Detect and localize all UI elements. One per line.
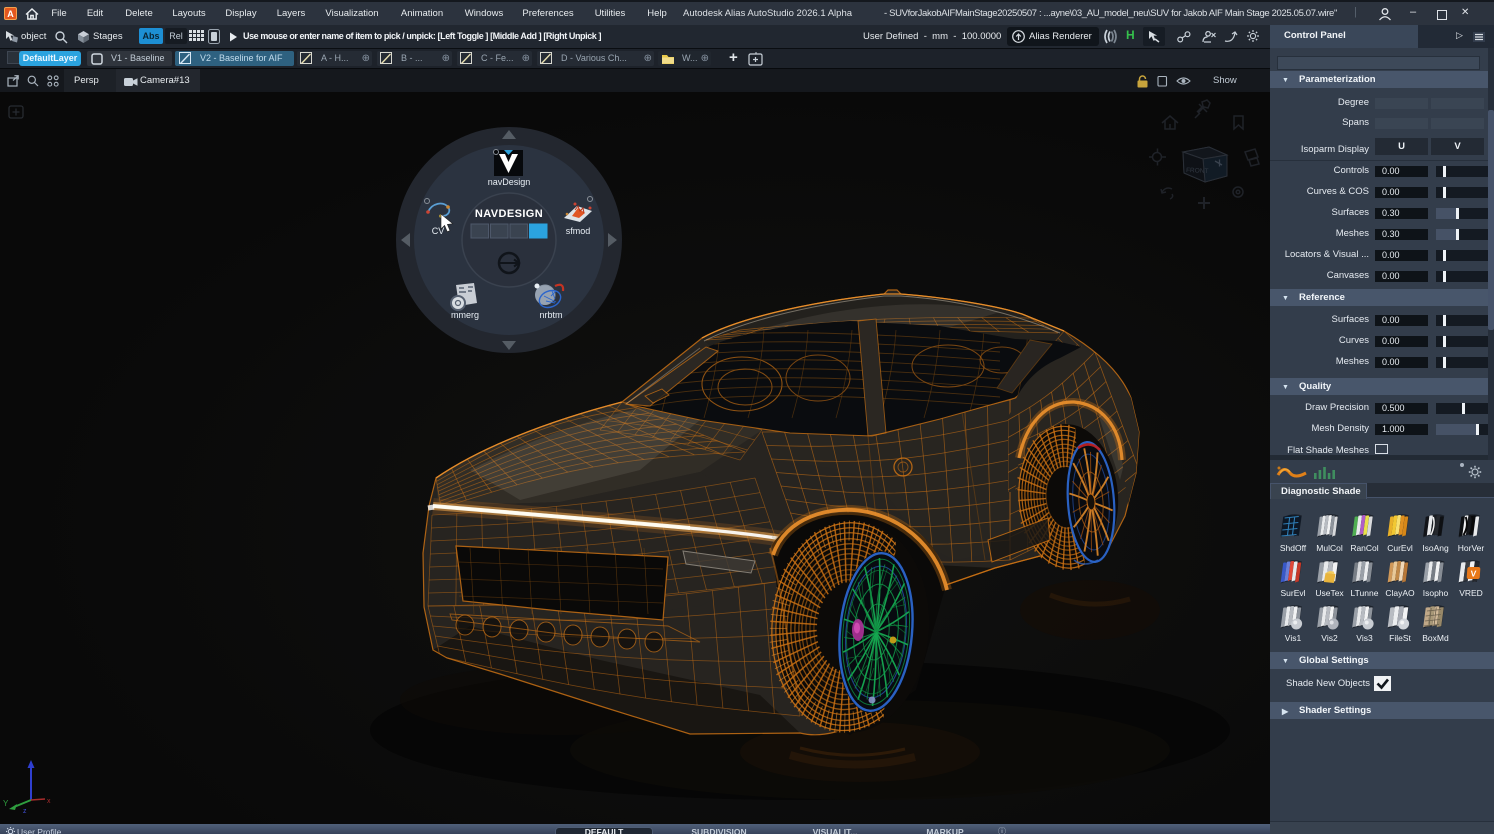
svg-text:z: z	[23, 808, 27, 815]
svg-text:Isopho: Isopho	[1423, 588, 1449, 598]
svg-text:x: x	[47, 798, 51, 805]
svg-text:Vis2: Vis2	[1321, 633, 1338, 643]
svg-text:RanCol: RanCol	[1350, 543, 1378, 553]
svg-text:ShdOff: ShdOff	[1280, 543, 1307, 553]
svg-text:sfmod: sfmod	[566, 226, 591, 236]
svg-text:LTunne: LTunne	[1351, 588, 1379, 598]
svg-text:BoxMd: BoxMd	[1422, 633, 1449, 643]
svg-text:HorVer: HorVer	[1458, 543, 1485, 553]
svg-text:FileSt: FileSt	[1389, 633, 1411, 643]
svg-text:SurEvl: SurEvl	[1280, 588, 1305, 598]
svg-text:V: V	[1470, 569, 1477, 579]
svg-text:MulCol: MulCol	[1316, 543, 1343, 553]
svg-text:nrbtm: nrbtm	[539, 310, 562, 320]
svg-text:Vis3: Vis3	[1356, 633, 1373, 643]
svg-text:VRED: VRED	[1459, 588, 1483, 598]
svg-text:mmerg: mmerg	[451, 310, 479, 320]
svg-text:ClayAO: ClayAO	[1385, 588, 1415, 598]
svg-text:UseTex: UseTex	[1315, 588, 1344, 598]
svg-text:IsoAng: IsoAng	[1422, 543, 1449, 553]
svg-text:NAVDESIGN: NAVDESIGN	[475, 208, 543, 220]
svg-text:Vis1: Vis1	[1285, 633, 1302, 643]
svg-text:Y: Y	[3, 799, 9, 808]
svg-text:FRONT: FRONT	[1186, 167, 1209, 175]
svg-text:CurEvl: CurEvl	[1387, 543, 1413, 553]
svg-text:navDesign: navDesign	[488, 177, 531, 187]
